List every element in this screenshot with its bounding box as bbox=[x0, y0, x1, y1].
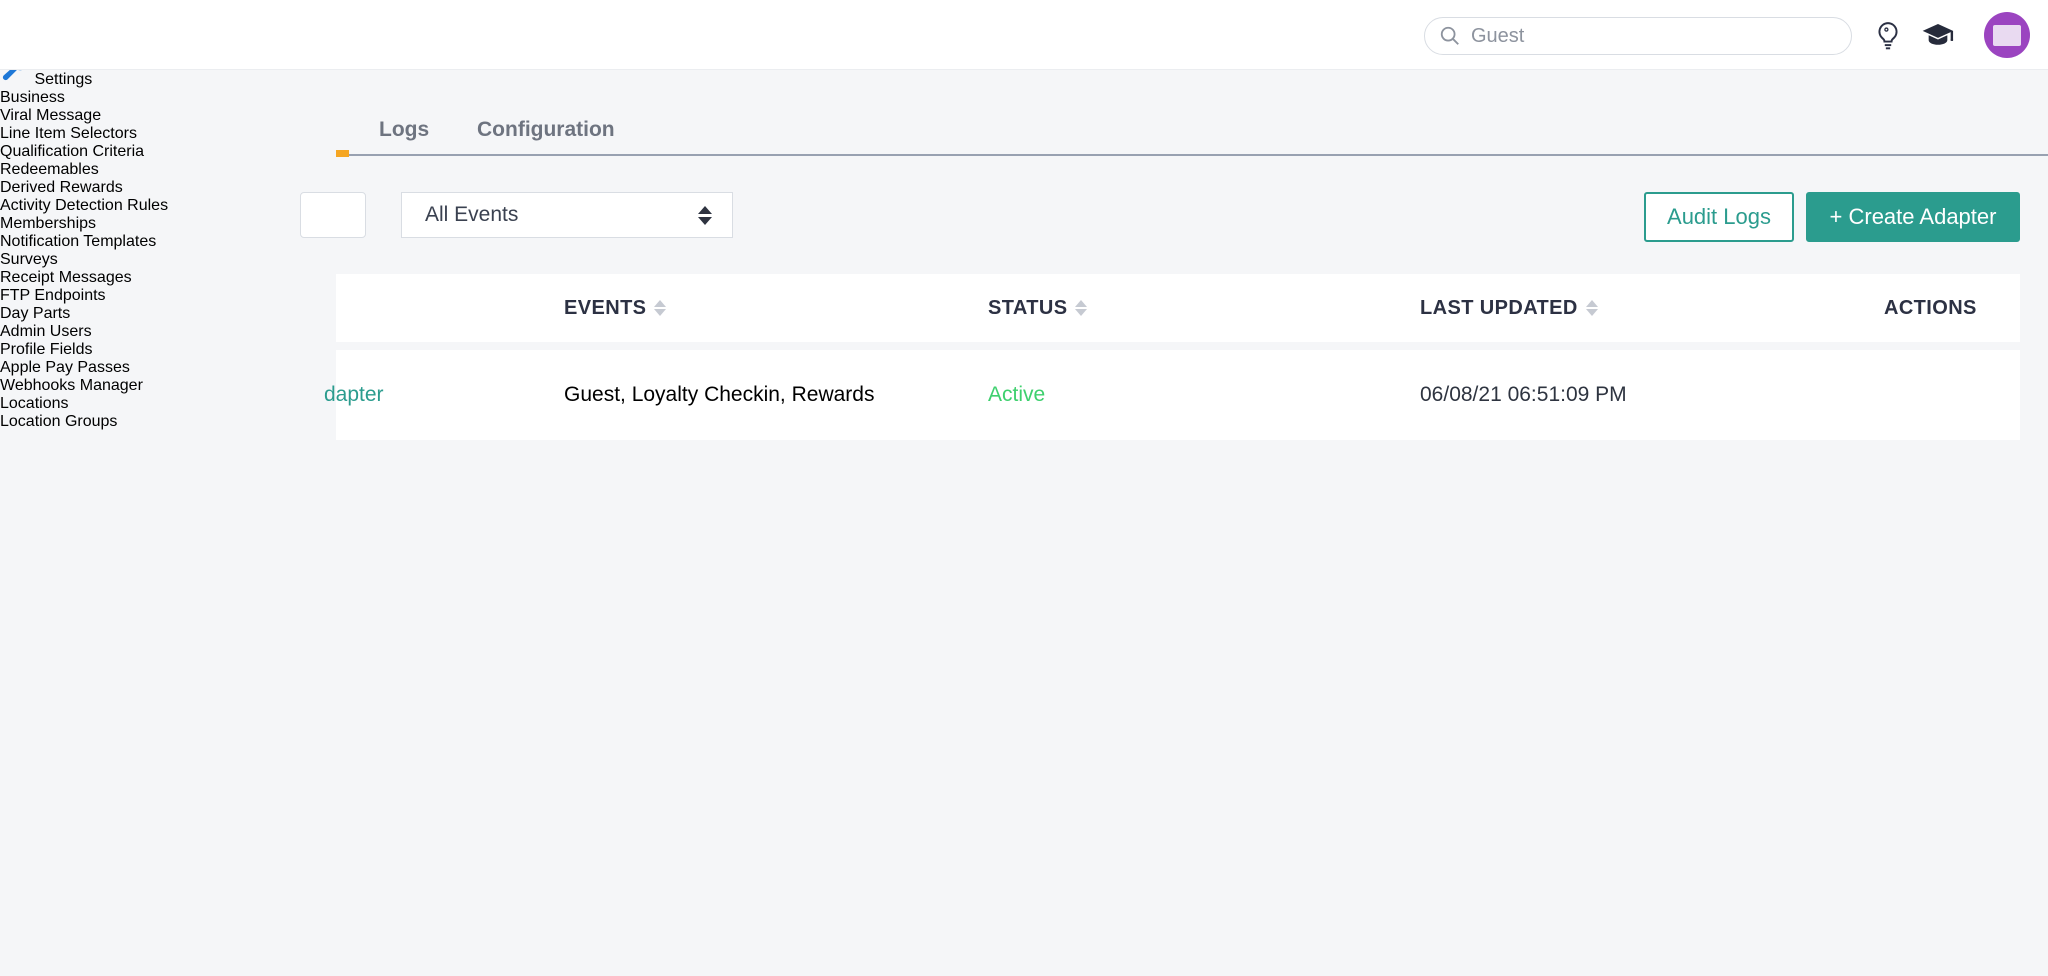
column-header-last-updated[interactable]: LAST UPDATED bbox=[1420, 274, 1598, 342]
sidebar-item-notification-templates[interactable]: Notification Templates bbox=[0, 233, 168, 251]
top-bar: Guest bbox=[0, 0, 2048, 70]
sidebar-item-day-parts[interactable]: Day Parts bbox=[0, 305, 168, 323]
sidebar-item-profile-fields[interactable]: Profile Fields bbox=[0, 341, 168, 359]
create-adapter-button[interactable]: + Create Adapter bbox=[1806, 192, 2020, 242]
sidebar-item-location-groups[interactable]: Location Groups bbox=[0, 413, 168, 431]
sidebar-item-webhooks-manager[interactable]: Webhooks Manager bbox=[0, 377, 168, 395]
event-filter-select[interactable]: All Events bbox=[401, 192, 733, 238]
sidebar-item-memberships[interactable]: Memberships bbox=[0, 215, 168, 233]
sort-icon[interactable] bbox=[1075, 300, 1087, 316]
sidebar-item-activity-detection-rules[interactable]: Activity Detection Rules bbox=[0, 197, 168, 215]
user-avatar[interactable] bbox=[1984, 12, 2030, 58]
select-updown-icon bbox=[698, 206, 712, 225]
sidebar-item-line-item-selectors[interactable]: Line Item Selectors bbox=[0, 125, 168, 143]
sidebar-item-ftp-endpoints[interactable]: FTP Endpoints bbox=[0, 287, 168, 305]
row-last-updated-cell: 06/08/21 06:51:09 PM bbox=[1420, 350, 1627, 440]
event-filter-value: All Events bbox=[425, 203, 698, 227]
search-filter-input[interactable] bbox=[300, 192, 366, 238]
tab-configuration[interactable]: Configuration bbox=[477, 118, 615, 142]
sidebar-item-admin-users[interactable]: Admin Users bbox=[0, 323, 168, 341]
status-badge: Active bbox=[988, 383, 1045, 407]
sidebar-item-business[interactable]: Business bbox=[0, 89, 168, 107]
search-placeholder: Guest bbox=[1471, 25, 1524, 48]
adapter-name-link[interactable]: dapter bbox=[324, 350, 384, 440]
table-header: EVENTS STATUS LAST UPDATED ACTIONS bbox=[336, 274, 2020, 342]
column-header-actions: ACTIONS bbox=[1884, 274, 1977, 342]
sort-icon[interactable] bbox=[654, 300, 666, 316]
row-status-cell: Active bbox=[988, 350, 1045, 440]
sidebar-submenu: Business Viral Message Line Item Selecto… bbox=[0, 89, 168, 431]
sort-icon[interactable] bbox=[1586, 300, 1598, 316]
active-tab-indicator bbox=[336, 150, 349, 157]
search-icon bbox=[1439, 25, 1461, 47]
sidebar-item-surveys[interactable]: Surveys bbox=[0, 251, 168, 269]
search-input[interactable]: Guest bbox=[1424, 17, 1852, 55]
sidebar-item-receipt-messages[interactable]: Receipt Messages bbox=[0, 269, 168, 287]
column-header-events[interactable]: EVENTS bbox=[564, 274, 666, 342]
column-header-status[interactable]: STATUS bbox=[988, 274, 1087, 342]
sidebar-item-apple-pay-passes[interactable]: Apple Pay Passes bbox=[0, 359, 168, 377]
row-events-cell: Guest, Loyalty Checkin, Rewards bbox=[564, 350, 874, 440]
lightbulb-icon[interactable] bbox=[1872, 20, 1904, 52]
sidebar-item-derived-rewards[interactable]: Derived Rewards bbox=[0, 179, 168, 197]
sidebar-item-qualification-criteria[interactable]: Qualification Criteria bbox=[0, 143, 168, 161]
tab-logs[interactable]: Logs bbox=[379, 118, 429, 142]
graduation-cap-icon[interactable] bbox=[1922, 20, 1954, 52]
sidebar-item-locations[interactable]: Locations bbox=[0, 395, 168, 413]
sidebar-section-label: Settings bbox=[34, 71, 92, 88]
tab-divider-line bbox=[336, 154, 2048, 156]
audit-logs-button[interactable]: Audit Logs bbox=[1644, 192, 1794, 242]
sidebar-item-redeemables[interactable]: Redeemables bbox=[0, 161, 168, 179]
table-row: dapter Guest, Loyalty Checkin, Rewards A… bbox=[336, 350, 2020, 440]
avatar-image bbox=[1993, 25, 2021, 46]
sidebar-item-viral-message[interactable]: Viral Message bbox=[0, 107, 168, 125]
